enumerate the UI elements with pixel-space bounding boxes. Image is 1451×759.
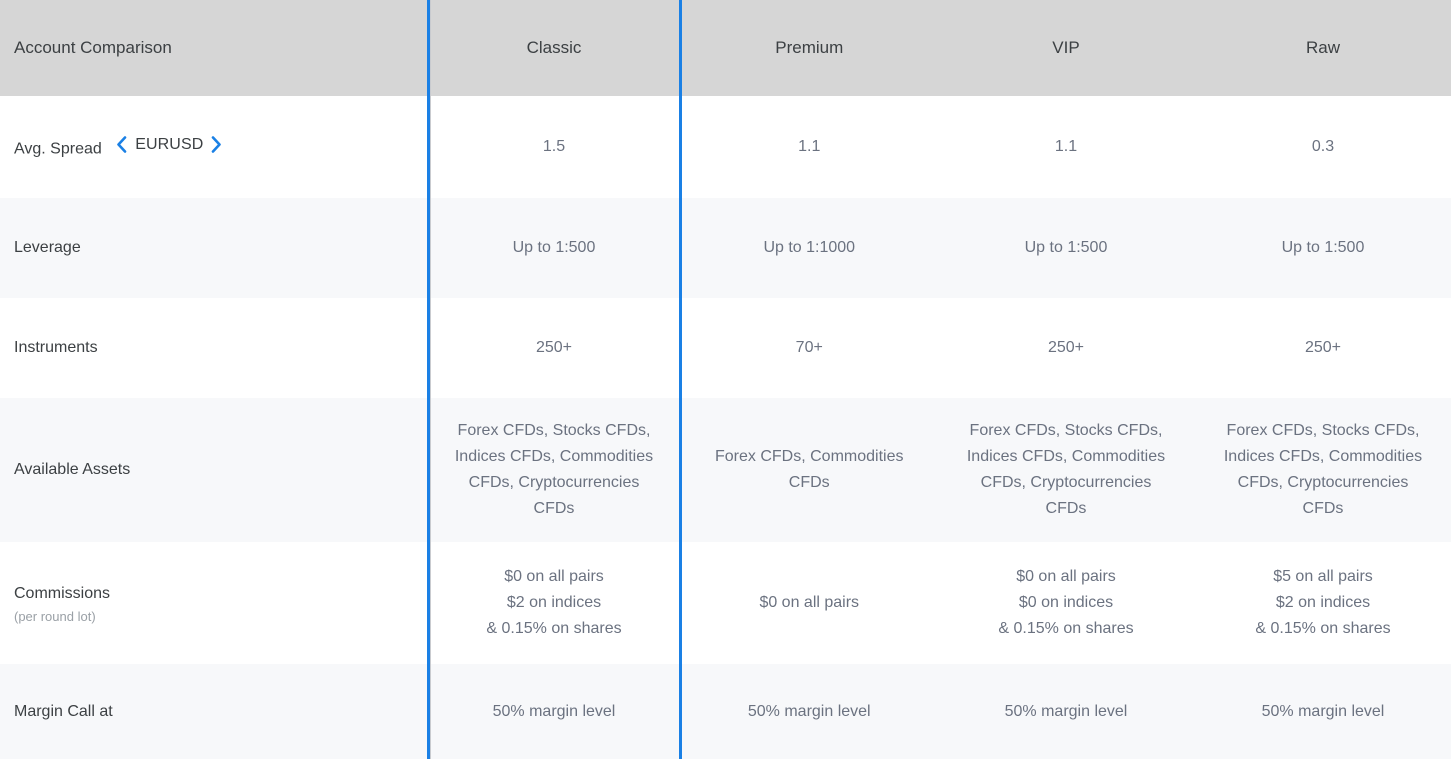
cell-leverage-raw: Up to 1:500 — [1281, 239, 1365, 256]
cell-instruments-classic: 250+ — [426, 298, 682, 398]
cell-avg-spread-classic: 1.5 — [426, 96, 682, 198]
cell-available-assets-vip: Forex CFDs, Stocks CFDs, Indices CFDs, C… — [966, 422, 1166, 517]
table-row-instruments: Instruments 250+ 70+ 250+ 250+ — [0, 298, 1451, 398]
table-row-leverage: Leverage Up to 1:500 Up to 1:1000 Up to … — [0, 198, 1451, 298]
row-label-avg-spread: Avg. Spread EURUSD — [0, 96, 428, 198]
chevron-right-icon[interactable] — [210, 136, 223, 154]
cell-instruments-raw: 250+ — [1304, 339, 1342, 356]
cell-avg-spread-premium: 1.1 — [798, 138, 821, 155]
cell-leverage-vip: Up to 1:500 — [1024, 239, 1108, 256]
cell-instruments-premium: 70+ — [795, 339, 823, 356]
currency-pair-picker[interactable]: EURUSD — [115, 132, 223, 158]
cell-commissions-classic: $0 on all pairs $2 on indices & 0.15% on… — [426, 542, 682, 664]
column-header-vip[interactable]: VIP — [937, 0, 1195, 96]
row-label-available-assets: Available Assets — [14, 461, 131, 478]
column-header-premium[interactable]: Premium — [680, 0, 937, 96]
cell-margin-call-raw: 50% margin level — [1261, 702, 1385, 720]
table-row-avg-spread: Avg. Spread EURUSD 1.5 1.1 1.1 0.3 — [0, 96, 1451, 198]
account-comparison-table: Account Comparison Classic Premium VIP R… — [0, 0, 1451, 759]
cell-margin-call-vip: 50% margin level — [1004, 702, 1128, 720]
cell-avg-spread-raw: 0.3 — [1311, 138, 1335, 155]
cell-available-assets-classic: Forex CFDs, Stocks CFDs, Indices CFDs, C… — [426, 398, 682, 542]
table-header: Account Comparison Classic Premium VIP R… — [0, 0, 1451, 96]
header-row: Account Comparison Classic Premium VIP R… — [0, 0, 1451, 96]
table-body: Avg. Spread EURUSD 1.5 1.1 1.1 0.3 Lever… — [0, 96, 1451, 759]
cell-instruments-vip: 250+ — [1047, 339, 1085, 356]
cell-commissions-raw: $5 on all pairs $2 on indices & 0.15% on… — [1255, 568, 1391, 637]
cell-leverage-premium: Up to 1:1000 — [763, 239, 856, 256]
cell-available-assets-raw: Forex CFDs, Stocks CFDs, Indices CFDs, C… — [1223, 422, 1423, 517]
row-label-text: Avg. Spread — [14, 140, 102, 158]
currency-pair-value: EURUSD — [135, 135, 204, 153]
row-label-instruments: Instruments — [14, 339, 98, 356]
table-title: Account Comparison — [14, 38, 172, 57]
table-row-margin-call: Margin Call at 50% margin level 50% marg… — [0, 664, 1451, 759]
cell-leverage-classic: Up to 1:500 — [426, 198, 682, 298]
cell-avg-spread-vip: 1.1 — [1054, 138, 1078, 155]
cell-margin-call-classic: 50% margin level — [426, 664, 682, 759]
chevron-left-icon[interactable] — [115, 136, 128, 154]
row-label-text: Commissions — [14, 584, 111, 602]
table-row-commissions: Commissions (per round lot) $0 on all pa… — [0, 542, 1451, 664]
row-label-margin-call: Margin Call at — [14, 702, 113, 720]
table-row-available-assets: Available Assets Forex CFDs, Stocks CFDs… — [0, 398, 1451, 542]
row-sublabel-per-round-lot: (per round lot) — [14, 608, 96, 624]
cell-commissions-premium: $0 on all pairs — [759, 594, 860, 611]
cell-available-assets-premium: Forex CFDs, Commodities CFDs — [715, 448, 904, 491]
column-header-classic[interactable]: Classic — [426, 0, 682, 96]
row-label-commissions: Commissions (per round lot) — [0, 542, 428, 664]
cell-commissions-vip: $0 on all pairs $0 on indices & 0.15% on… — [998, 568, 1134, 637]
row-label-leverage: Leverage — [14, 239, 81, 256]
column-header-raw[interactable]: Raw — [1195, 0, 1451, 96]
cell-margin-call-premium: 50% margin level — [747, 702, 871, 720]
